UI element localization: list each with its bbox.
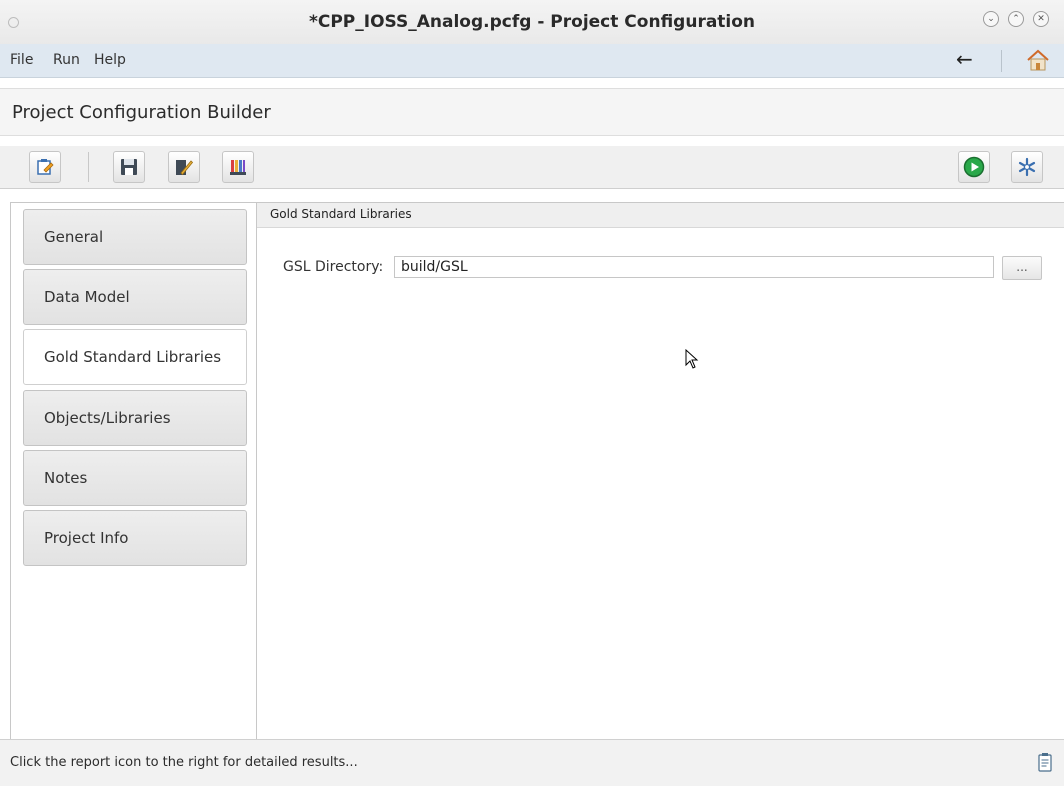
save-icon	[121, 159, 137, 175]
run-button[interactable]	[958, 151, 990, 183]
maximize-button[interactable]: ⌃	[1008, 11, 1024, 27]
settings-snowflake-icon	[1018, 157, 1036, 177]
edit-pencil-button[interactable]	[168, 151, 200, 183]
menu-run[interactable]: Run	[53, 52, 80, 68]
edit-pencil-icon	[176, 160, 193, 176]
toolbar-separator	[88, 152, 89, 182]
section-title: Gold Standard Libraries	[270, 207, 412, 221]
title-bar: *CPP_IOSS_Analog.pcfg - Project Configur…	[0, 0, 1064, 45]
sidebar: General Data Model Gold Standard Librari…	[10, 202, 257, 740]
page-header: Project Configuration Builder	[0, 88, 1064, 136]
mouse-cursor-icon	[685, 349, 699, 369]
menu-file[interactable]: File	[10, 52, 33, 68]
sidebar-item-notes[interactable]: Notes	[23, 450, 247, 506]
minimize-button[interactable]: ⌄	[983, 11, 999, 27]
save-button[interactable]	[113, 151, 145, 183]
report-clipboard-icon[interactable]	[1038, 752, 1052, 772]
section-header: Gold Standard Libraries	[257, 203, 1064, 228]
browse-button[interactable]: ...	[1002, 256, 1042, 280]
menu-separator	[1001, 50, 1002, 72]
status-text: Click the report icon to the right for d…	[10, 755, 358, 770]
toolbar	[0, 146, 1064, 189]
library-books-button[interactable]	[222, 151, 254, 183]
sidebar-item-objects-libraries[interactable]: Objects/Libraries	[23, 390, 247, 446]
close-button[interactable]: ✕	[1033, 11, 1049, 27]
sidebar-item-data-model[interactable]: Data Model	[23, 269, 247, 325]
content-panel: Gold Standard Libraries GSL Directory: .…	[256, 202, 1064, 739]
home-icon[interactable]	[1026, 49, 1050, 71]
page-title: Project Configuration Builder	[12, 102, 271, 123]
status-bar: Click the report icon to the right for d…	[0, 739, 1064, 786]
window-title: *CPP_IOSS_Analog.pcfg - Project Configur…	[308, 12, 756, 32]
sidebar-item-project-info[interactable]: Project Info	[23, 510, 247, 566]
run-icon	[963, 156, 985, 178]
gsl-directory-input[interactable]	[394, 256, 994, 278]
edit-config-button[interactable]	[29, 151, 61, 183]
edit-config-icon	[37, 159, 54, 175]
sidebar-item-general[interactable]: General	[23, 209, 247, 265]
library-books-icon	[230, 160, 246, 175]
gsl-directory-label: GSL Directory:	[283, 259, 384, 275]
menu-help[interactable]: Help	[94, 52, 126, 68]
back-arrow-icon[interactable]: ←	[956, 47, 973, 71]
settings-button[interactable]	[1011, 151, 1043, 183]
menu-bar: File Run Help ←	[0, 44, 1064, 78]
sidebar-item-gold-standard-libraries[interactable]: Gold Standard Libraries	[23, 329, 247, 385]
